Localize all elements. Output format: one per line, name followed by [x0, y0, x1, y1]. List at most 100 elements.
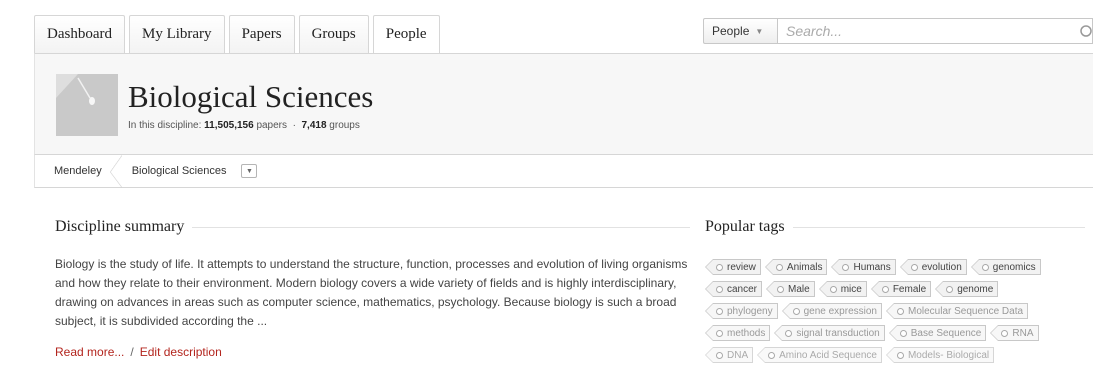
- tag[interactable]: methods: [704, 325, 771, 341]
- tag-label: Base Sequence: [910, 327, 982, 339]
- tag-label: signal transduction: [796, 327, 880, 339]
- tag-row: phylogeny gene expression Molecular Sequ…: [705, 300, 1085, 322]
- tag[interactable]: evolution: [899, 259, 967, 275]
- popular-tags: review Animals Humans evolution genomics…: [704, 256, 1085, 366]
- tag-hole-icon: [896, 351, 904, 359]
- edit-description-link[interactable]: Edit description: [140, 345, 222, 359]
- tag-hole-icon: [716, 263, 723, 271]
- tag-label: cancer: [727, 283, 758, 295]
- tag[interactable]: signal transduction: [774, 325, 885, 341]
- discipline-header: Biological Sciences In this discipline: …: [34, 53, 1093, 154]
- tag[interactable]: DNA: [704, 347, 754, 363]
- tag-label: genomics: [992, 261, 1036, 273]
- tag-hole-icon: [910, 263, 918, 271]
- tag-label: Humans: [853, 261, 891, 273]
- divider: [192, 226, 690, 228]
- tag-row: cancer Male mice Female genome: [704, 278, 1085, 300]
- groups-count: 7,418: [301, 120, 327, 131]
- divider: [792, 226, 1085, 228]
- tag-label: Amino Acid Sequence: [779, 349, 877, 361]
- tag-label: DNA: [727, 349, 749, 361]
- tag-hole-icon: [716, 285, 723, 293]
- top-navigation-bar: Dashboard My Library Papers Groups Peopl…: [0, 0, 1093, 53]
- breadcrumb: Mendeley Biological Sciences ▼: [34, 154, 1093, 188]
- tag-hole-icon: [785, 329, 793, 337]
- tag-row: review Animals Humans evolution genomics: [705, 256, 1085, 278]
- tag-hole-icon: [777, 285, 785, 293]
- search-scope-dropdown[interactable]: People ▼: [703, 18, 777, 44]
- search-scope-label: People: [712, 24, 750, 38]
- tag-hole-icon: [716, 329, 723, 337]
- tag[interactable]: mice: [818, 281, 867, 297]
- main-nav-tabs: Dashboard My Library Papers Groups Peopl…: [34, 14, 444, 53]
- tag[interactable]: Humans: [831, 259, 896, 275]
- tag-row: DNA Amino Acid Sequence Models- Biologic…: [704, 344, 1085, 366]
- discipline-stats: In this discipline: 11,505,156 papers · …: [128, 120, 360, 131]
- breadcrumb-dropdown-button[interactable]: ▼: [241, 164, 258, 178]
- tag-hole-icon: [716, 351, 723, 359]
- summary-heading-row: Discipline summary: [55, 218, 690, 236]
- tab-dashboard[interactable]: Dashboard: [34, 15, 125, 53]
- chevron-down-icon: ▼: [246, 167, 253, 175]
- tag[interactable]: Amino Acid Sequence: [757, 347, 882, 363]
- tag-label: Animals: [786, 261, 823, 273]
- tag[interactable]: Animals: [764, 259, 828, 275]
- breadcrumb-biological-sciences[interactable]: Biological Sciences: [116, 155, 241, 188]
- tag-hole-icon: [716, 307, 723, 315]
- tab-my-library[interactable]: My Library: [128, 15, 225, 53]
- stats-separator: ·: [292, 120, 296, 131]
- tag[interactable]: Female: [870, 281, 932, 297]
- tag[interactable]: genome: [935, 281, 999, 297]
- tag-label: genome: [957, 283, 994, 295]
- tag[interactable]: phylogeny: [705, 303, 778, 319]
- breadcrumb-mendeley[interactable]: Mendeley: [35, 154, 122, 188]
- search-button[interactable]: [1069, 18, 1093, 46]
- tag[interactable]: Molecular Sequence Data: [885, 303, 1029, 319]
- discipline-icon: [56, 74, 118, 136]
- search-icon: [1080, 25, 1092, 37]
- tag-hole-icon: [792, 307, 800, 315]
- tag[interactable]: review: [705, 259, 761, 275]
- tab-groups[interactable]: Groups: [298, 15, 369, 53]
- tab-people[interactable]: People: [372, 15, 440, 53]
- tag-hole-icon: [896, 307, 904, 315]
- tag-hole-icon: [981, 263, 989, 271]
- search-bar: People ▼: [703, 18, 1093, 46]
- summary-text: Biology is the study of life. It attempt…: [55, 257, 688, 328]
- sperm-icon: [56, 74, 118, 136]
- tag[interactable]: Base Sequence: [888, 325, 987, 341]
- tag-label: review: [727, 261, 756, 273]
- tags-heading: Popular tags: [705, 218, 785, 235]
- tag-label: methods: [727, 327, 766, 339]
- tag-label: phylogeny: [727, 305, 773, 317]
- tag[interactable]: Models- Biological: [885, 347, 995, 363]
- tag-label: RNA: [1012, 327, 1034, 339]
- tag-label: Models- Biological: [907, 349, 990, 361]
- tag-label: evolution: [921, 261, 962, 273]
- tag-label: Male: [788, 283, 810, 295]
- tag[interactable]: genomics: [970, 259, 1041, 275]
- tag[interactable]: RNA: [990, 325, 1039, 341]
- groups-label: groups: [329, 120, 360, 131]
- tag-hole-icon: [1001, 329, 1009, 337]
- tag[interactable]: cancer: [704, 281, 763, 297]
- chevron-down-icon: ▼: [755, 26, 764, 36]
- tab-papers[interactable]: Papers: [228, 15, 295, 53]
- summary-heading: Discipline summary: [55, 218, 185, 235]
- papers-label: papers: [256, 120, 288, 131]
- search-input[interactable]: [777, 18, 1093, 44]
- tag-label: Molecular Sequence Data: [907, 305, 1024, 317]
- tags-heading-row: Popular tags: [705, 218, 1085, 236]
- read-more-link[interactable]: Read more...: [55, 345, 124, 359]
- tag-hole-icon: [881, 285, 889, 293]
- tag[interactable]: Male: [766, 281, 815, 297]
- tag-row: methods signal transduction Base Sequenc…: [704, 322, 1085, 344]
- summary-links: Read more... / Edit description: [55, 345, 222, 359]
- tag-label: gene expression: [803, 305, 877, 317]
- stats-prefix: In this discipline:: [128, 120, 202, 131]
- tag-hole-icon: [842, 263, 850, 271]
- tag-label: Female: [892, 283, 927, 295]
- tag[interactable]: gene expression: [781, 303, 882, 319]
- tag-hole-icon: [768, 351, 776, 359]
- tag-hole-icon: [946, 285, 954, 293]
